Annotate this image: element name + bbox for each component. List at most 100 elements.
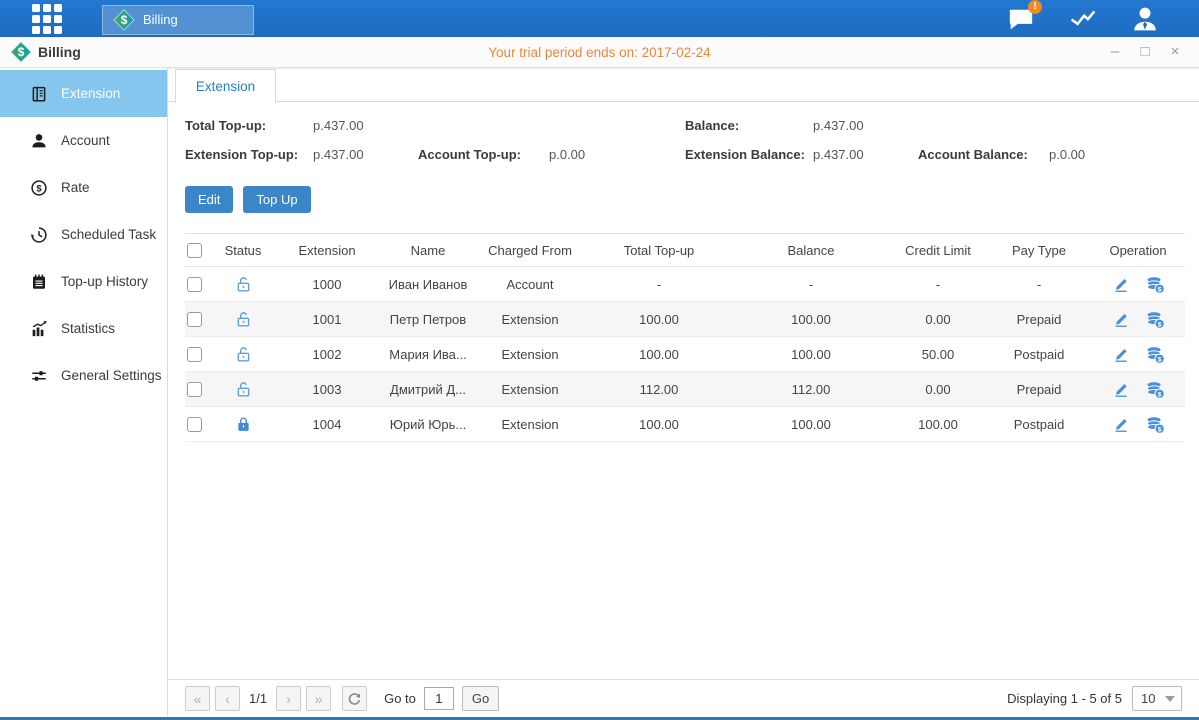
cell-charged-from: Extension <box>475 372 585 407</box>
sidebar-item-rate[interactable]: $ Rate <box>0 164 167 211</box>
apps-menu-icon[interactable] <box>30 2 64 36</box>
extensions-table: Status Extension Name Charged From Total… <box>185 233 1185 442</box>
sidebar-item-statistics[interactable]: Statistics <box>0 305 167 352</box>
sidebar-item-account[interactable]: Account <box>0 117 167 164</box>
sidebar-item-label: Scheduled Task <box>61 227 156 242</box>
goto-label: Go to <box>384 691 416 706</box>
sliders-icon <box>30 367 48 385</box>
reports-button[interactable] <box>1067 4 1099 34</box>
cell-name: Юрий Юрь... <box>381 407 475 442</box>
dollar-circle-icon: $ <box>30 179 48 197</box>
line-chart-icon <box>1068 6 1098 32</box>
row-checkbox[interactable] <box>187 417 202 432</box>
column-header-status: Status <box>213 234 273 267</box>
unlocked-icon <box>234 380 253 399</box>
cell-extension: 1004 <box>273 407 381 442</box>
cell-balance: - <box>733 267 889 302</box>
topbar: Billing ! <box>0 0 1199 37</box>
cell-pay-type: Prepaid <box>987 372 1091 407</box>
table-row: 1001 Петр Петров Extension 100.00 100.00… <box>185 302 1185 337</box>
refresh-button[interactable] <box>342 686 367 711</box>
cell-charged-from: Extension <box>475 302 585 337</box>
cell-credit-limit: 0.00 <box>889 302 987 337</box>
locked-icon <box>234 415 253 434</box>
goto-page-input[interactable] <box>424 687 454 710</box>
sidebar-item-scheduled-task[interactable]: Scheduled Task <box>0 211 167 258</box>
extension-topup-label: Extension Top-up: <box>185 147 313 162</box>
edit-row-icon[interactable] <box>1112 310 1131 329</box>
cell-total-topup: 100.00 <box>585 407 733 442</box>
first-page-button[interactable]: « <box>185 686 210 711</box>
next-page-button[interactable]: › <box>276 686 301 711</box>
column-header-credit-limit: Credit Limit <box>889 234 987 267</box>
row-checkbox[interactable] <box>187 347 202 362</box>
top-up-row-icon[interactable] <box>1145 310 1164 329</box>
edit-button[interactable]: Edit <box>185 186 233 213</box>
edit-row-icon[interactable] <box>1112 275 1131 294</box>
edit-row-icon[interactable] <box>1112 345 1131 364</box>
cell-total-topup: 112.00 <box>585 372 733 407</box>
refresh-icon <box>347 691 362 706</box>
table-row: 1000 Иван Иванов Account - - - - <box>185 267 1185 302</box>
pagination-bar: « ‹ 1/1 › » Go to Go Displaying 1 - 5 of… <box>168 679 1199 717</box>
cell-charged-from: Extension <box>475 337 585 372</box>
total-topup-label: Total Top-up: <box>185 118 313 133</box>
column-header-total-topup: Total Top-up <box>585 234 733 267</box>
sidebar-item-label: General Settings <box>61 368 162 383</box>
minimize-button[interactable]: – <box>1105 43 1125 61</box>
total-topup-value: p.437.00 <box>313 118 364 133</box>
unlocked-icon <box>234 345 253 364</box>
displaying-text: Displaying 1 - 5 of 5 <box>1007 691 1122 706</box>
bar-chart-icon <box>30 320 48 338</box>
sidebar-item-label: Top-up History <box>61 274 148 289</box>
table-row: 1004 Юрий Юрь... Extension 100.00 100.00… <box>185 407 1185 442</box>
column-header-pay-type: Pay Type <box>987 234 1091 267</box>
select-all-checkbox[interactable] <box>187 243 202 258</box>
cell-charged-from: Account <box>475 267 585 302</box>
sidebar-item-extension[interactable]: Extension <box>0 70 167 117</box>
sidebar-item-topup-history[interactable]: Top-up History <box>0 258 167 305</box>
cell-total-topup: 100.00 <box>585 302 733 337</box>
sidebar-item-general-settings[interactable]: General Settings <box>0 352 167 399</box>
close-button[interactable]: × <box>1165 43 1185 61</box>
top-up-row-icon[interactable] <box>1145 275 1164 294</box>
prev-page-button[interactable]: ‹ <box>215 686 240 711</box>
trial-message: Your trial period ends on: 2017-02-24 <box>0 45 1199 60</box>
cell-extension: 1000 <box>273 267 381 302</box>
topbar-billing-tab[interactable]: Billing <box>102 5 254 35</box>
cell-credit-limit: - <box>889 267 987 302</box>
tab-extension[interactable]: Extension <box>175 69 276 103</box>
maximize-button[interactable]: □ <box>1135 43 1155 61</box>
summary-section: Total Top-up: p.437.00 Extension Top-up:… <box>185 118 1185 176</box>
top-up-row-icon[interactable] <box>1145 415 1164 434</box>
row-checkbox[interactable] <box>187 277 202 292</box>
cell-pay-type: Prepaid <box>987 302 1091 337</box>
cell-balance: 100.00 <box>733 302 889 337</box>
messages-button[interactable]: ! <box>1005 4 1037 34</box>
titlebar: Billing Your trial period ends on: 2017-… <box>0 37 1199 68</box>
user-button[interactable] <box>1129 4 1161 34</box>
top-up-row-icon[interactable] <box>1145 380 1164 399</box>
top-up-button[interactable]: Top Up <box>243 186 310 213</box>
edit-row-icon[interactable] <box>1112 415 1131 434</box>
go-button[interactable]: Go <box>462 686 499 711</box>
last-page-button[interactable]: » <box>306 686 331 711</box>
cell-credit-limit: 50.00 <box>889 337 987 372</box>
row-checkbox[interactable] <box>187 382 202 397</box>
cell-balance: 100.00 <box>733 407 889 442</box>
edit-row-icon[interactable] <box>1112 380 1131 399</box>
ledger-icon <box>30 85 48 103</box>
cell-pay-type: - <box>987 267 1091 302</box>
table-row: 1003 Дмитрий Д... Extension 112.00 112.0… <box>185 372 1185 407</box>
cell-credit-limit: 100.00 <box>889 407 987 442</box>
cell-total-topup: - <box>585 267 733 302</box>
balance-label: Balance: <box>685 118 813 133</box>
page-indicator: 1/1 <box>249 691 267 706</box>
billing-title-icon <box>10 41 32 63</box>
top-up-row-icon[interactable] <box>1145 345 1164 364</box>
page-size-select[interactable]: 10 <box>1132 686 1182 711</box>
chevron-down-icon <box>1165 696 1175 702</box>
row-checkbox[interactable] <box>187 312 202 327</box>
notebook-icon <box>30 273 48 291</box>
cell-name: Иван Иванов <box>381 267 475 302</box>
